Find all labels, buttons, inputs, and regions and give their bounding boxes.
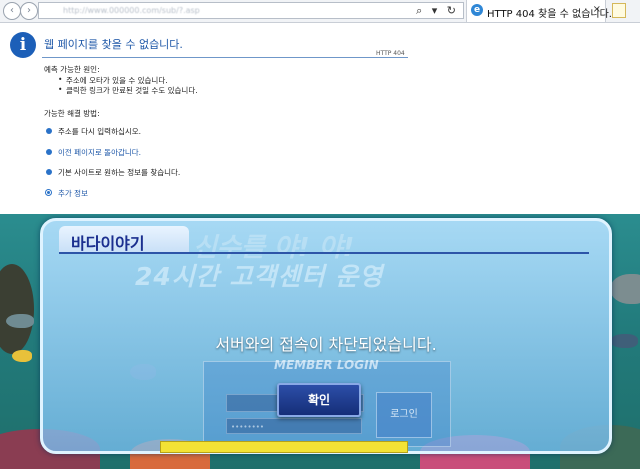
solution-search: 기본 사이트로 원하는 정보를 찾습니다. <box>58 168 181 177</box>
game-logo: 바다이야기 <box>59 226 189 253</box>
go-back-link[interactable]: 이전 페이지로 돌아갑니다. <box>58 147 141 158</box>
bullet-icon <box>46 128 52 134</box>
expand-icon[interactable] <box>45 189 52 196</box>
solution-retype: 주소를 다시 입력하십시오. <box>58 127 142 136</box>
fish-decoration <box>610 334 638 348</box>
tab-http-404[interactable]: e HTTP 404 찾을 수 없습니다. × <box>466 0 612 22</box>
address-url: http://www.000000.com/sub/?.asp <box>63 6 200 15</box>
fish-decoration <box>610 274 640 304</box>
tab-close-icon[interactable]: × <box>593 4 601 15</box>
logo-text: 바다이야기 <box>71 234 145 253</box>
login-button[interactable]: 로그인 <box>376 392 432 438</box>
title-divider <box>42 57 408 58</box>
login-label: MEMBER LOGIN <box>274 358 379 372</box>
game-screen: 신수를 야! 야! 바다이야기 24시간 고객센터 운영 MEMBER LOGI… <box>0 214 640 469</box>
more-info-link[interactable]: 추가 정보 <box>58 188 88 199</box>
rock-decoration <box>0 264 34 354</box>
ok-button[interactable]: 확인 <box>277 383 361 417</box>
ie-icon: e <box>471 4 483 16</box>
logo-underline <box>59 252 589 254</box>
game-panel: 신수를 야! 야! 바다이야기 24시간 고객센터 운영 MEMBER LOGI… <box>40 218 612 454</box>
search-refresh-icon[interactable]: ⌕ ▾ ↻ <box>416 4 459 18</box>
causes-heading: 예측 가능한 원인: <box>44 65 100 74</box>
bullet-icon <box>46 149 52 155</box>
connection-blocked-message: 서버와의 접속이 차단되었습니다. <box>215 335 437 354</box>
fish-decoration <box>12 350 32 362</box>
bottom-strip <box>160 441 408 453</box>
cause-item: 클릭한 링크가 만료된 것일 수도 있습니다. <box>58 85 198 96</box>
password-field[interactable]: •••••••• <box>226 418 362 434</box>
support-banner: 24시간 고객센터 운영 <box>135 262 384 291</box>
address-bar[interactable]: http://www.000000.com/sub/?.asp ⌕ ▾ ↻ <box>38 2 464 19</box>
bullet-icon <box>46 169 52 175</box>
error-code: HTTP 404 <box>376 50 405 57</box>
browser-toolbar: ‹ › http://www.000000.com/sub/?.asp ⌕ ▾ … <box>0 0 640 23</box>
solutions-heading: 가능한 해결 방법: <box>44 109 100 118</box>
info-icon: i <box>10 32 36 58</box>
error-title: 웹 페이지를 찾을 수 없습니다. <box>44 38 183 51</box>
back-button[interactable]: ‹ <box>3 2 21 20</box>
fish-decoration <box>6 314 34 328</box>
new-tab-icon[interactable] <box>612 3 626 18</box>
forward-button[interactable]: › <box>20 2 38 20</box>
